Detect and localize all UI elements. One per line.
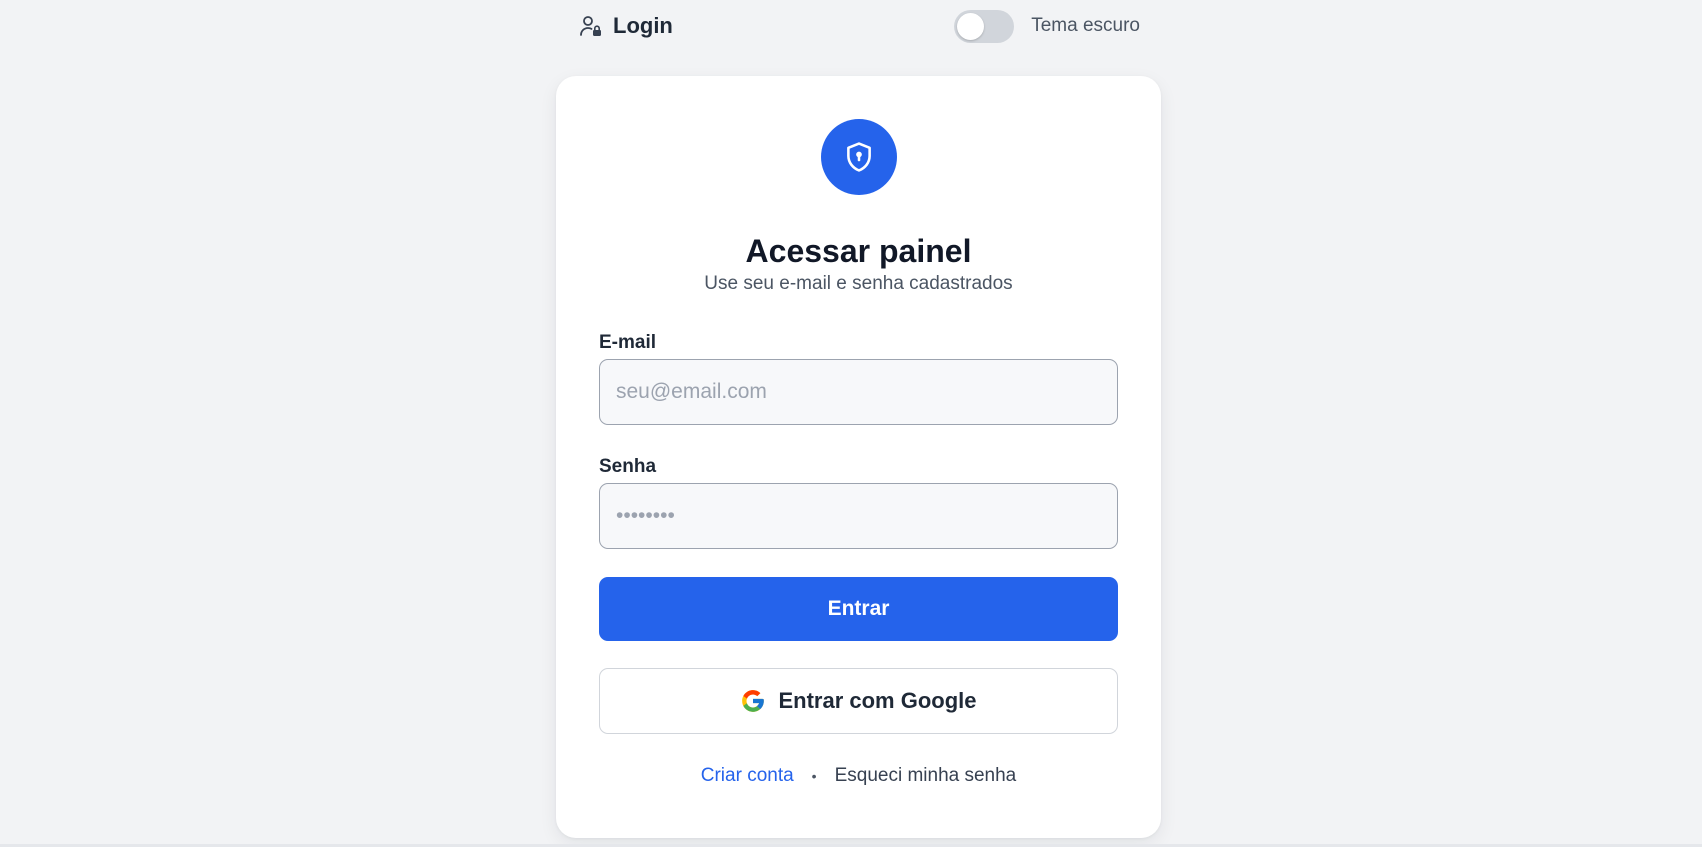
email-field[interactable] — [599, 359, 1118, 425]
google-icon — [740, 688, 766, 714]
link-separator: • — [811, 768, 817, 784]
google-login-button[interactable]: Entrar com Google — [599, 668, 1118, 734]
google-login-label: Entrar com Google — [778, 688, 977, 713]
brand: Login — [579, 13, 673, 39]
forgot-password-link[interactable]: Esqueci minha senha — [835, 765, 1017, 787]
create-account-link[interactable]: Criar conta — [701, 765, 794, 787]
dark-theme-toggle[interactable] — [954, 9, 1015, 43]
password-field[interactable] — [599, 483, 1118, 549]
page-title: Login — [613, 13, 673, 38]
footer-links: Criar conta • Esqueci minha senha — [599, 765, 1118, 787]
password-label: Senha — [599, 456, 657, 477]
login-card: Acessar painel Use seu e-mail e senha ca… — [556, 76, 1161, 838]
shield-keyhole-icon — [842, 140, 876, 174]
card-title: Acessar painel — [745, 233, 972, 269]
top-bar: Login Tema escuro — [556, 0, 1140, 52]
shield-badge — [820, 119, 897, 195]
dark-theme-label: Tema escuro — [1031, 15, 1140, 36]
toggle-knob — [957, 12, 985, 40]
email-label: E-mail — [599, 332, 657, 353]
user-lock-icon — [579, 14, 603, 38]
card-subtitle: Use seu e-mail e senha cadastrados — [704, 273, 1013, 294]
submit-button[interactable]: Entrar — [599, 577, 1118, 641]
theme-switch: Tema escuro — [954, 9, 1140, 43]
